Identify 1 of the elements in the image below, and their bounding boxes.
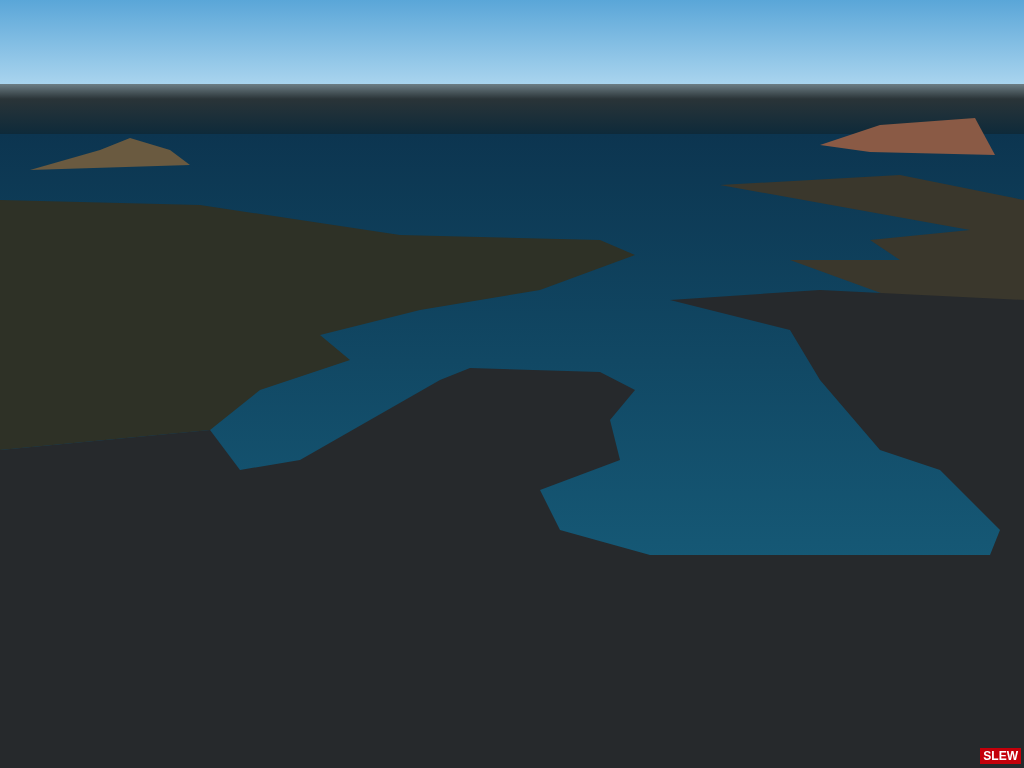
slew-mode-indicator: SLEW	[980, 748, 1021, 764]
